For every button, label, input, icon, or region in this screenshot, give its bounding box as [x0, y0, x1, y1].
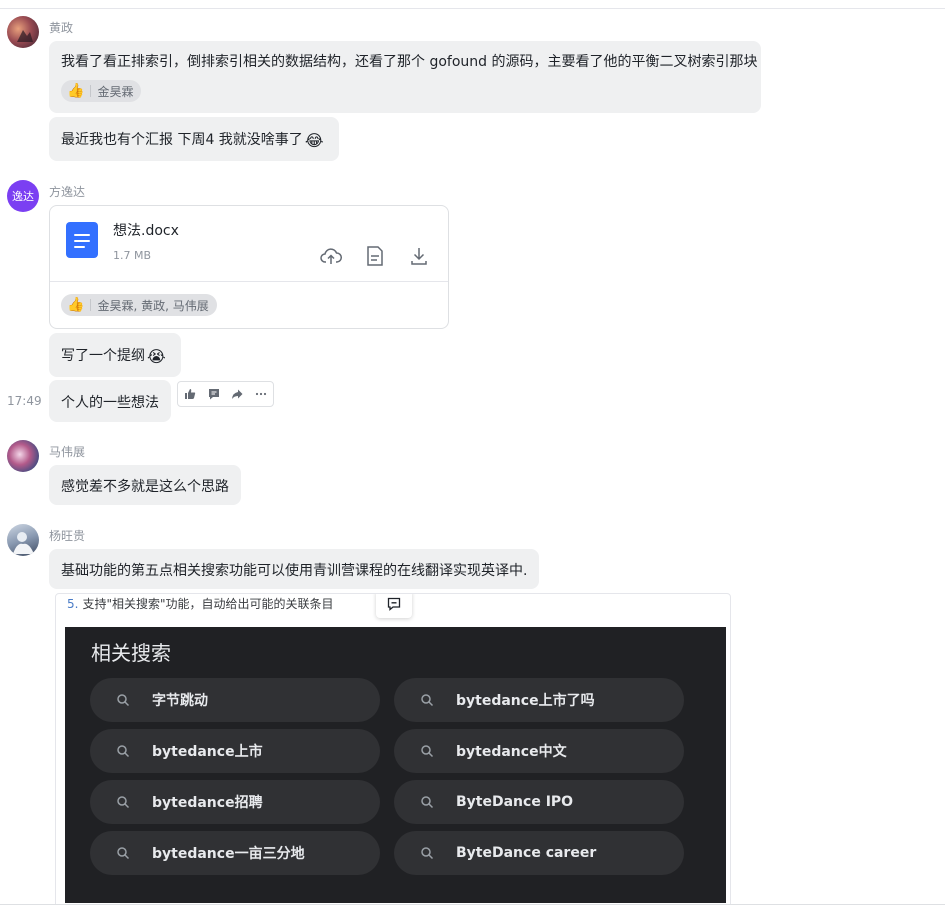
search-icon	[420, 795, 434, 809]
file-size: 1.7 MB	[113, 249, 152, 262]
message-text: 感觉差不多就是这么个思路	[61, 479, 229, 495]
avatar-initials: 逸达	[12, 190, 34, 203]
related-search-label: ByteDance career	[456, 845, 597, 861]
sender-name[interactable]: 杨旺贵	[49, 527, 85, 544]
related-search-item: bytedance上市	[90, 729, 380, 773]
avatar[interactable]: 逸达	[7, 180, 39, 212]
search-icon	[116, 693, 130, 707]
related-search-item: bytedance中文	[394, 729, 684, 773]
comment-icon[interactable]	[376, 594, 412, 618]
caption-text: 支持"相关搜索"功能，自动给出可能的关联条目	[82, 597, 334, 611]
search-icon	[116, 795, 130, 809]
reaction-users: 金昊霖	[97, 84, 134, 99]
related-search-item: bytedance招聘	[90, 780, 380, 824]
message-text: 基础功能的第五点相关搜索功能可以使用青训营课程的在线翻译实现英译中.	[61, 563, 528, 579]
search-icon	[420, 693, 434, 707]
message-text: 个人的一些想法	[61, 395, 159, 411]
download-icon[interactable]	[410, 246, 428, 266]
sender-name[interactable]: 方逸达	[49, 183, 85, 200]
reaction-chip[interactable]: 👍 金昊霖, 黄政, 马伟展	[61, 294, 217, 316]
image-caption: 5. 支持"相关搜索"功能，自动给出可能的关联条目	[67, 595, 334, 612]
cloud-upload-icon[interactable]	[320, 246, 342, 266]
related-search-item: ByteDance IPO	[394, 780, 684, 824]
image-attachment[interactable]: 5. 支持"相关搜索"功能，自动给出可能的关联条目 相关搜索 字节跳动 byted…	[55, 593, 731, 913]
search-icon	[420, 846, 434, 860]
top-divider	[0, 8, 945, 9]
message-bubble[interactable]: 个人的一些想法	[49, 380, 171, 422]
message-text: 我看了看正排索引，倒排索引相关的数据结构，还看了那个 gofound 的源码，主…	[61, 54, 758, 70]
laughing-emoji: 😂	[304, 131, 324, 150]
message-time: 17:49	[7, 394, 42, 408]
message-bubble[interactable]: 最近我也有个汇报 下周4 我就没啥事了 😂	[49, 117, 339, 161]
message-text: 写了一个提纲	[61, 348, 145, 364]
crying-emoji: 😭	[147, 347, 166, 366]
reaction-divider	[90, 299, 92, 311]
avatar[interactable]	[7, 524, 39, 556]
message-text: 最近我也有个汇报 下周4 我就没啥事了	[61, 132, 303, 148]
reaction-chip[interactable]: 👍 金昊霖	[61, 80, 142, 102]
caption-number: 5.	[67, 597, 79, 611]
thumbs-up-icon[interactable]	[178, 382, 202, 406]
related-search-label: bytedance招聘	[152, 795, 263, 811]
thumbs-up-icon: 👍	[67, 83, 85, 99]
message-hover-toolbar	[177, 381, 274, 407]
related-search-item: bytedance一亩三分地	[90, 831, 380, 875]
forward-icon[interactable]	[226, 382, 250, 406]
file-name[interactable]: 想法.docx	[113, 220, 179, 240]
search-icon	[116, 846, 130, 860]
file-card[interactable]: 想法.docx 1.7 MB 👍 金昊霖, 黄政, 马伟展	[49, 205, 449, 329]
related-search-label: bytedance中文	[456, 744, 567, 760]
related-search-title: 相关搜索	[91, 641, 171, 665]
related-search-label: bytedance上市了吗	[456, 693, 595, 709]
related-search-label: 字节跳动	[152, 693, 208, 709]
avatar[interactable]	[7, 16, 39, 48]
related-search-label: bytedance一亩三分地	[152, 846, 305, 862]
file-card-divider	[50, 281, 448, 282]
related-search-panel: 相关搜索 字节跳动 bytedance上市了吗 bytedance上市 byte…	[65, 627, 726, 903]
related-search-item: bytedance上市了吗	[394, 678, 684, 722]
message-bubble[interactable]: 感觉差不多就是这么个思路	[49, 465, 241, 505]
search-icon	[116, 744, 130, 758]
related-search-label: bytedance上市	[152, 744, 263, 760]
search-icon	[420, 744, 434, 758]
message-bubble[interactable]: 写了一个提纲 😭	[49, 333, 181, 377]
related-search-label: ByteDance IPO	[456, 794, 574, 810]
message-bubble[interactable]: 基础功能的第五点相关搜索功能可以使用青训营课程的在线翻译实现英译中.	[49, 549, 539, 589]
more-icon[interactable]	[249, 382, 273, 406]
related-search-item: ByteDance career	[394, 831, 684, 875]
sender-name[interactable]: 黄政	[49, 19, 73, 36]
thumbs-up-icon: 👍	[67, 297, 85, 313]
reaction-divider	[90, 85, 92, 97]
doc-file-icon	[66, 222, 98, 258]
related-search-item: 字节跳动	[90, 678, 380, 722]
avatar[interactable]	[7, 440, 39, 472]
comment-icon[interactable]	[202, 382, 226, 406]
document-preview-icon[interactable]	[366, 246, 384, 266]
message-bubble[interactable]: 我看了看正排索引，倒排索引相关的数据结构，还看了那个 gofound 的源码，主…	[49, 41, 761, 113]
sender-name[interactable]: 马伟展	[49, 443, 85, 460]
reaction-users: 金昊霖, 黄政, 马伟展	[97, 298, 209, 313]
